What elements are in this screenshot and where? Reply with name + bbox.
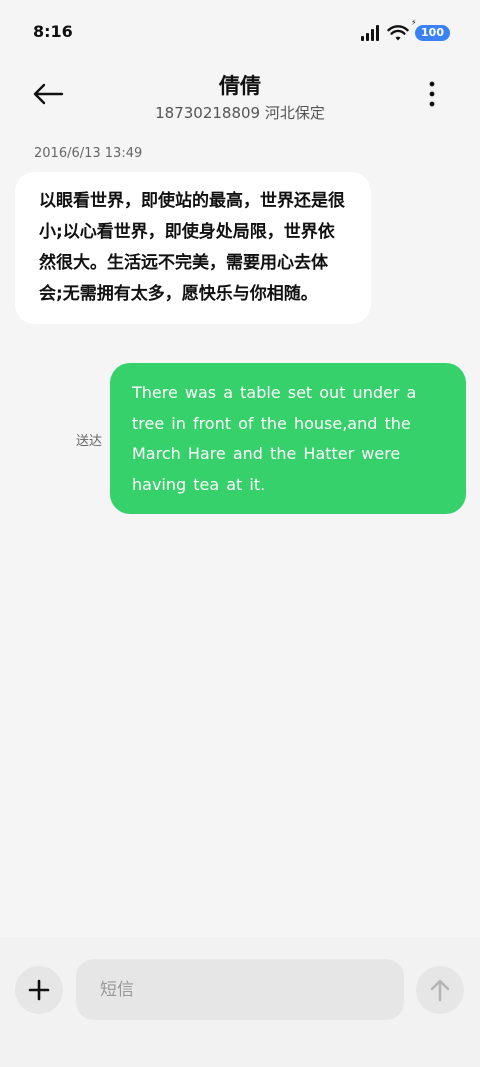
- conversation-header: 倩倩 18730218809 河北保定: [0, 64, 480, 134]
- send-button[interactable]: [416, 966, 464, 1014]
- more-options-button[interactable]: [416, 78, 448, 110]
- status-bar: 8:16 ⚡ 100: [0, 0, 480, 64]
- wifi-icon: [387, 25, 409, 41]
- battery: ⚡ 100: [411, 18, 450, 41]
- status-time: 8:16: [33, 22, 73, 41]
- battery-icon: 100: [415, 25, 450, 41]
- arrow-up-icon: [430, 979, 450, 1002]
- message-timestamp: 2016/6/13 13:49: [34, 146, 143, 161]
- received-message-bubble[interactable]: 以眼看世界，即使站的最高，世界还是很小;以心看世界，即使身处局限，世界依然很大。…: [15, 172, 371, 324]
- contact-name: 倩倩: [219, 74, 261, 98]
- sent-message-bubble[interactable]: There was a table set out under a tree i…: [110, 363, 466, 514]
- contact-subtitle: 18730218809 河北保定: [155, 104, 325, 122]
- signal-icon: [361, 25, 380, 41]
- message-input[interactable]: [76, 959, 404, 1020]
- charging-icon: ⚡: [411, 18, 417, 27]
- more-vertical-icon: [429, 81, 435, 107]
- plus-icon: [28, 979, 50, 1001]
- status-icons: ⚡ 100: [361, 18, 450, 44]
- add-attachment-button[interactable]: [15, 966, 63, 1014]
- sent-status: 送达: [76, 434, 103, 449]
- composer-bar: [0, 937, 480, 1067]
